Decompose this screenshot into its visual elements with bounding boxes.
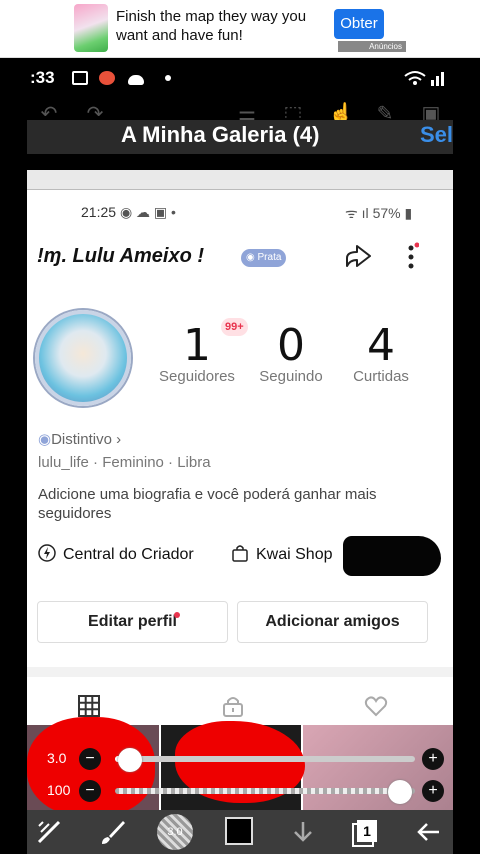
followers-count: 1	[183, 320, 211, 371]
kwai-shop-label: Kwai Shop	[256, 546, 333, 563]
lightning-icon	[38, 544, 56, 562]
edit-profile-dot	[174, 612, 180, 618]
gallery-title-bar: A Minha Galeria (4) Sel	[27, 120, 453, 154]
screen: Finish the map they way you want and hav…	[0, 0, 480, 854]
cloud-icon	[128, 75, 144, 85]
inner-battery: 57%	[372, 205, 401, 221]
tab-lock-icon[interactable]	[221, 695, 245, 717]
edit-profile-label: Editar perfil	[88, 613, 177, 630]
profile-username: !ɱ. Lulu Ameixo !	[37, 245, 205, 267]
inner-status-time: 21:25 ◉ ☁ ▣ •	[81, 204, 176, 221]
profile-meta: lulu_life · Feminino · Libra	[38, 454, 211, 471]
tab-heart-icon[interactable]	[364, 695, 388, 717]
battery-icon: ▮	[404, 205, 413, 221]
add-friends-button[interactable]: Adicionar amigos	[237, 601, 428, 643]
tab-grid-icon[interactable]	[77, 695, 101, 717]
ad-label: Anúncios	[338, 41, 406, 52]
increase-opacity-button[interactable]: +	[422, 780, 444, 802]
dot-icon	[165, 75, 171, 81]
inner-signal-icon: ᯤ ıl	[345, 205, 373, 221]
brush-icon[interactable]	[99, 818, 127, 846]
opacity-slider[interactable]: 100 − +	[27, 778, 453, 804]
back-arrow-icon[interactable]	[415, 818, 443, 846]
inner-clock: 21:25	[81, 204, 117, 220]
canvas-top-edge	[27, 170, 453, 190]
size-track[interactable]	[115, 748, 415, 772]
likes-label: Curtidas	[353, 368, 409, 385]
stat-following[interactable]: 0 Seguindo	[249, 320, 333, 386]
profile-bio[interactable]: Adicione uma biografia e você poderá gan…	[38, 485, 428, 523]
stat-likes[interactable]: 4 Curtidas	[341, 320, 421, 386]
outer-clock: :33	[30, 68, 55, 87]
distintivo-label: Distintivo ›	[51, 431, 122, 448]
likes-count: 4	[367, 320, 395, 371]
profile-tabs	[27, 667, 453, 717]
distintivo-icon: ◉	[38, 431, 52, 448]
inner-notification-icons: ◉ ☁ ▣ •	[119, 204, 176, 220]
brush-preview[interactable]: 3.0	[157, 814, 193, 850]
creator-center-label: Central do Criador	[63, 546, 194, 563]
transform-tools-icon[interactable]	[35, 818, 63, 846]
ad-banner[interactable]: Finish the map they way you want and hav…	[0, 0, 480, 58]
wifi-signal-icon	[404, 71, 444, 86]
opacity-track[interactable]	[115, 780, 415, 804]
share-icon[interactable]	[343, 242, 373, 272]
black-scribble-overlay	[343, 536, 441, 576]
arrow-down-icon[interactable]	[289, 818, 317, 846]
layer-number: 1	[363, 823, 371, 839]
badge-label: Prata	[257, 252, 282, 263]
stat-followers[interactable]: 1 Seguidores	[153, 320, 241, 386]
recording-notification-icon	[99, 71, 115, 85]
following-label: Seguindo	[259, 368, 323, 385]
brush-size-slider[interactable]: 3.0 − +	[27, 746, 453, 772]
shopping-bag-icon	[232, 545, 248, 562]
color-swatch[interactable]	[225, 817, 253, 845]
brush-preview-size: 3.0	[167, 826, 183, 838]
increase-size-button[interactable]: +	[422, 748, 444, 770]
gallery-title: A Minha Galeria (4)	[121, 122, 320, 147]
opacity-knob[interactable]	[388, 780, 412, 804]
decrease-size-button[interactable]: −	[79, 748, 101, 770]
creator-center-link[interactable]: Central do Criador	[38, 544, 194, 564]
edit-profile-button[interactable]: Editar perfil	[37, 601, 228, 643]
gallery-notification-icon	[72, 71, 88, 85]
avatar[interactable]	[35, 310, 131, 406]
followers-label: Seguidores	[159, 368, 235, 385]
brush-size-value: 3.0	[47, 750, 67, 766]
layers-button[interactable]: 1	[353, 818, 381, 846]
more-options-icon[interactable]	[405, 242, 419, 272]
ad-install-button[interactable]: Obter	[334, 9, 384, 39]
following-count: 0	[277, 320, 305, 371]
select-button[interactable]: Sel	[420, 120, 453, 150]
ad-text: Finish the map they way you want and hav…	[116, 8, 307, 44]
decrease-opacity-button[interactable]: −	[79, 780, 101, 802]
kwai-shop-link[interactable]: Kwai Shop	[231, 544, 333, 564]
opacity-fill	[115, 788, 400, 794]
distintivo-link[interactable]: ◉Distintivo ›	[38, 430, 121, 448]
badge-prata: ◉ Prata	[241, 249, 287, 267]
opacity-value: 100	[47, 782, 71, 798]
add-friends-label: Adicionar amigos	[265, 613, 400, 630]
bottom-toolbar: 3.0 1	[27, 810, 453, 854]
size-knob[interactable]	[118, 748, 142, 772]
outer-status-bar: :33	[27, 66, 453, 92]
inner-status-right: ᯤ ıl 57% ▮	[345, 204, 412, 223]
layers-icon: 1	[357, 820, 377, 842]
ad-thumbnail	[74, 4, 108, 52]
